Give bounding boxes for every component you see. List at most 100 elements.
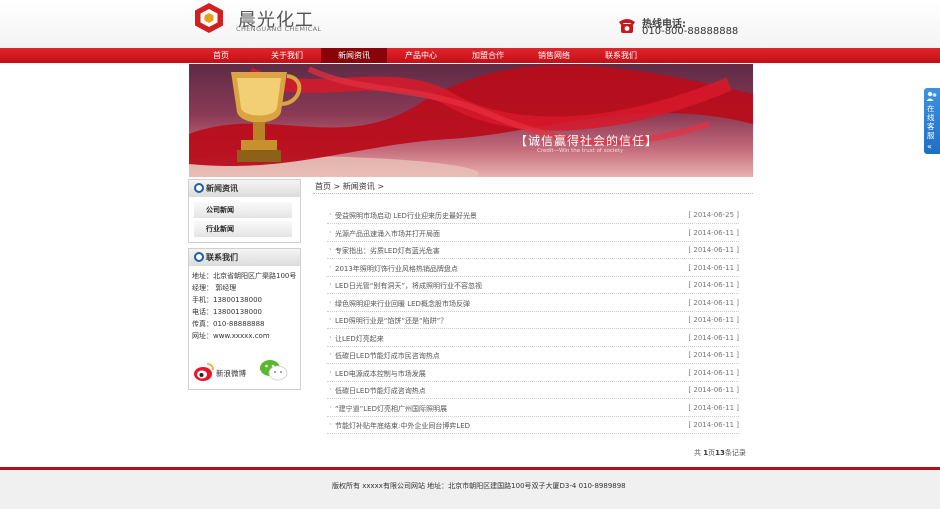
- pager-prefix: 共: [694, 449, 701, 457]
- news-row[interactable]: · 受益照明市场启动 LED行业迎来历史最好光景 [ 2014-06-25 ]: [327, 207, 739, 224]
- news-title[interactable]: LED日光管“别有洞天”，将成照明行业不容忽视: [335, 281, 482, 291]
- sidebar-news-header: 新闻资讯: [189, 180, 300, 197]
- news-title[interactable]: LED电源成本控制与市场发展: [335, 369, 426, 379]
- bullet-icon: ·: [329, 385, 332, 394]
- weibo-icon: [194, 363, 214, 381]
- nav-item-about[interactable]: 关于我们: [254, 48, 320, 63]
- nav-item-products[interactable]: 产品中心: [388, 48, 454, 63]
- news-date: [ 2014-06-11 ]: [688, 386, 739, 394]
- breadcrumb: 首页 > 新闻资讯 >: [315, 181, 384, 192]
- contact-manager: 经理： 郭经理: [192, 284, 237, 292]
- news-title[interactable]: 低碳日LED节能灯成市民咨询热点: [335, 351, 440, 361]
- sidebar-link-industry-news[interactable]: 行业新闻: [194, 221, 292, 237]
- weibo-link[interactable]: 新浪微博: [193, 358, 253, 384]
- news-date: [ 2014-06-11 ]: [688, 351, 739, 359]
- contact-phone: 电话：13800138000: [192, 308, 262, 316]
- banner-artwork: [189, 65, 753, 177]
- circle-bullet-icon: [194, 183, 204, 193]
- news-title[interactable]: 2013年照明灯饰行业风格热销品牌盘点: [335, 264, 458, 274]
- phone-icon: [619, 19, 635, 33]
- news-date: [ 2014-06-11 ]: [688, 246, 739, 254]
- contact-address: 地址：北京省朝阳区广渠路100号: [192, 272, 297, 280]
- news-row[interactable]: · 绿色照明迎来行业回暖 LED概念股市场反弹 [ 2014-06-11 ]: [327, 295, 739, 312]
- news-date: [ 2014-06-25 ]: [688, 211, 739, 219]
- news-title[interactable]: 低碳日LED节能灯成咨询热点: [335, 386, 426, 396]
- banner-slogan: 【诚信赢得社会的信任】: [515, 134, 659, 148]
- news-title[interactable]: 光源产品迅速涌入市场并打开局面: [335, 229, 440, 239]
- hotline-number: 010-800-88888888: [642, 26, 739, 37]
- breadcrumb-current[interactable]: 新闻资讯: [343, 182, 375, 191]
- online-service-label: 在线客服: [927, 104, 935, 140]
- double-chevron-left-icon: «: [927, 142, 932, 151]
- pager-suffix: 条记录: [724, 449, 746, 457]
- hero-banner: 【诚信赢得社会的信任】 Credit—Win the trust of soci…: [189, 64, 753, 177]
- nav-item-contact[interactable]: 联系我们: [588, 48, 654, 63]
- news-row[interactable]: · 光源产品迅速涌入市场并打开局面 [ 2014-06-11 ]: [327, 225, 739, 242]
- news-date: [ 2014-06-11 ]: [688, 369, 739, 377]
- bullet-icon: ·: [329, 333, 332, 342]
- sidebar-news-box: 新闻资讯 公司新闻 行业新闻: [188, 179, 301, 243]
- news-date: [ 2014-06-11 ]: [688, 264, 739, 272]
- news-row[interactable]: · 让LED灯亮起来 [ 2014-06-11 ]: [327, 330, 739, 347]
- bullet-icon: ·: [329, 245, 332, 254]
- news-title[interactable]: LED照明行业是“馅饼”还是“陷阱”？: [335, 316, 447, 326]
- news-title[interactable]: 绿色照明迎来行业回暖 LED概念股市场反弹: [335, 299, 470, 309]
- contact-mobile: 手机：13800138000: [192, 296, 262, 304]
- sidebar-news-title: 新闻资讯: [206, 184, 238, 193]
- news-date: [ 2014-06-11 ]: [688, 281, 739, 289]
- footer: 版权所有 xxxxx有限公司网站 地址：北京市朝阳区建国路100号双子大厦D3-…: [0, 470, 940, 509]
- bullet-icon: ·: [329, 298, 332, 307]
- news-row[interactable]: · 专家指出：劣质LED灯有蓝光危害 [ 2014-06-11 ]: [327, 242, 739, 259]
- news-title[interactable]: 受益照明市场启动 LED行业迎来历史最好光景: [335, 211, 477, 221]
- bullet-icon: ·: [329, 263, 332, 272]
- pagination-summary: 共 1页13条记录: [694, 448, 746, 458]
- main-nav: 首页 关于我们 新闻资讯 产品中心 加盟合作 销售网络 联系我们: [0, 48, 940, 63]
- sidebar-contact-header: 联系我们: [189, 249, 300, 266]
- news-row[interactable]: · LED照明行业是“馅饼”还是“陷阱”？ [ 2014-06-11 ]: [327, 312, 739, 329]
- weibo-label: 新浪微博: [216, 369, 246, 378]
- news-row[interactable]: · 2013年照明灯饰行业风格热销品牌盘点 [ 2014-06-11 ]: [327, 260, 739, 277]
- news-title[interactable]: 让LED灯亮起来: [335, 334, 384, 344]
- news-title[interactable]: 专家指出：劣质LED灯有蓝光危害: [335, 246, 440, 256]
- news-date: [ 2014-06-11 ]: [688, 299, 739, 307]
- people-icon: [926, 91, 937, 101]
- sidebar-link-company-news[interactable]: 公司新闻: [194, 202, 292, 218]
- bullet-icon: ·: [329, 228, 332, 237]
- news-date: [ 2014-06-11 ]: [688, 316, 739, 324]
- news-title[interactable]: “建宁道”LED灯亮相广州国际照明展: [335, 404, 447, 414]
- online-service-tab[interactable]: 在线客服 «: [924, 88, 940, 154]
- wechat-link[interactable]: [259, 358, 291, 384]
- contact-website: 网址：www.xxxxx.com: [192, 332, 270, 340]
- bullet-icon: ·: [329, 280, 332, 289]
- footer-copyright: 版权所有 xxxxx有限公司网站 地址：北京市朝阳区建国路100号双子大厦D3-…: [332, 482, 626, 490]
- news-title[interactable]: 节能灯补贴年底结束:中外企业同台博弈LED: [335, 421, 470, 431]
- nav-item-franchise[interactable]: 加盟合作: [455, 48, 521, 63]
- bullet-icon: ·: [329, 403, 332, 412]
- news-row[interactable]: · 低碳日LED节能灯成市民咨询热点 [ 2014-06-11 ]: [327, 347, 739, 364]
- nav-item-home[interactable]: 首页: [188, 48, 254, 63]
- news-row[interactable]: · LED日光管“别有洞天”，将成照明行业不容忽视 [ 2014-06-11 ]: [327, 277, 739, 294]
- hotline: 热线电话: 010-800-88888888: [616, 14, 746, 40]
- news-date: [ 2014-06-11 ]: [688, 404, 739, 412]
- bullet-icon: ·: [329, 420, 332, 429]
- news-row[interactable]: · 低碳日LED节能灯成咨询热点 [ 2014-06-11 ]: [327, 382, 739, 399]
- news-row[interactable]: · “建宁道”LED灯亮相广州国际照明展 [ 2014-06-11 ]: [327, 400, 739, 417]
- breadcrumb-separator: >: [377, 182, 385, 191]
- nav-item-sales-network[interactable]: 销售网络: [521, 48, 587, 63]
- news-row[interactable]: · LED电源成本控制与市场发展 [ 2014-06-11 ]: [327, 365, 739, 382]
- breadcrumb-separator: >: [333, 182, 341, 191]
- news-date: [ 2014-06-11 ]: [688, 421, 739, 429]
- site-logo[interactable]: 晨光化工 CHENGUANG CHEMICAL: [194, 2, 334, 40]
- bullet-icon: ·: [329, 210, 332, 219]
- breadcrumb-home[interactable]: 首页: [315, 182, 331, 191]
- nav-item-news[interactable]: 新闻资讯: [321, 48, 387, 63]
- news-row[interactable]: · 节能灯补贴年底结束:中外企业同台博弈LED [ 2014-06-11 ]: [327, 417, 739, 434]
- logo-mark-icon: [195, 3, 223, 33]
- bullet-icon: ·: [329, 350, 332, 359]
- pager-count: 13: [715, 449, 725, 457]
- logo-text-en: CHENGUANG CHEMICAL: [236, 25, 322, 33]
- news-date: [ 2014-06-11 ]: [688, 334, 739, 342]
- contact-fax: 传真：010-88888888: [192, 320, 265, 328]
- header-background: [0, 0, 940, 48]
- bullet-icon: ·: [329, 315, 332, 324]
